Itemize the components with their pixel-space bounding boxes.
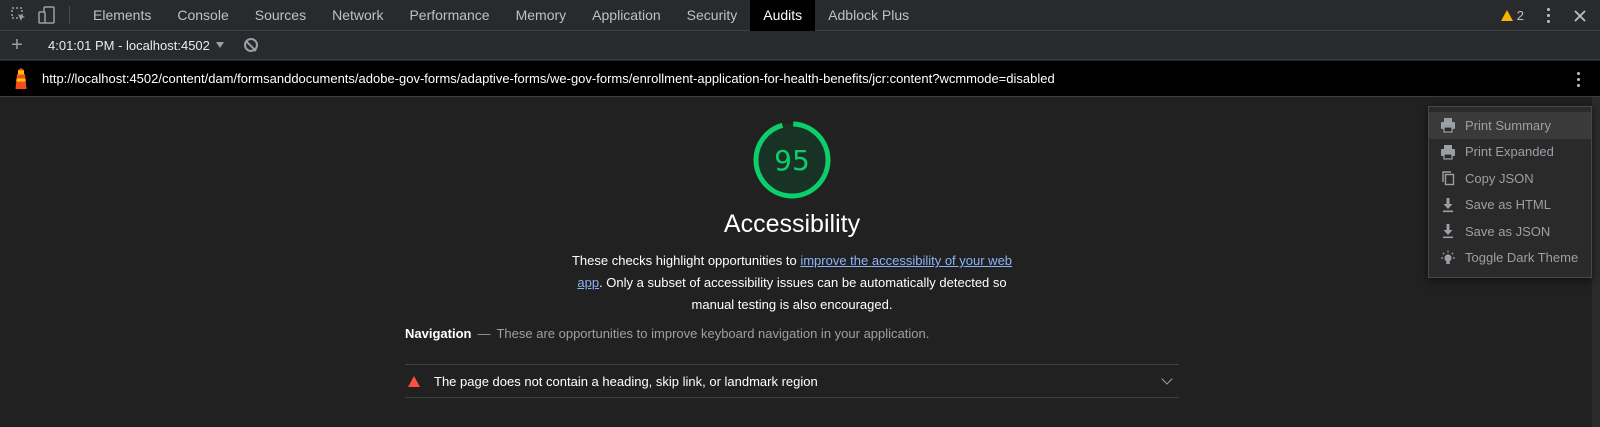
tab-application[interactable]: Application bbox=[579, 0, 674, 31]
report-selector[interactable]: 4:01:01 PM - localhost:4502 bbox=[48, 38, 224, 53]
category-title: Accessibility bbox=[723, 210, 861, 238]
tab-audits[interactable]: Audits bbox=[750, 0, 816, 31]
menu-item-label: Copy JSON bbox=[1465, 170, 1534, 186]
chevron-down-icon[interactable] bbox=[1161, 373, 1173, 385]
category-description-text: These checks highlight opportunities to bbox=[571, 253, 801, 268]
warnings-counter[interactable]: 2 bbox=[1500, 8, 1524, 23]
audit-group-description: These are opportunities to improve keybo… bbox=[496, 326, 930, 341]
clear-all-icon[interactable] bbox=[243, 38, 258, 52]
category-description-text-after: . Only a subset of accessibility issues … bbox=[599, 275, 1007, 312]
panel-tabs: Elements Console Sources Network Perform… bbox=[80, 0, 922, 31]
tab-bar-actions: 2 bbox=[1500, 0, 1600, 31]
audit-title: The page does not contain a heading, ski… bbox=[434, 373, 818, 389]
menu-item-label: Print Expanded bbox=[1465, 144, 1554, 160]
print-icon bbox=[1439, 116, 1457, 134]
report-selector-label: 4:01:01 PM - localhost:4502 bbox=[48, 37, 210, 53]
more-options-icon[interactable] bbox=[1538, 7, 1558, 25]
close-icon[interactable] bbox=[1570, 6, 1590, 26]
lighthouse-logo-icon bbox=[0, 67, 42, 90]
menu-item-label: Save as JSON bbox=[1465, 223, 1551, 239]
tab-memory[interactable]: Memory bbox=[503, 0, 580, 31]
category-score: 95 bbox=[774, 143, 810, 177]
tab-sources[interactable]: Sources bbox=[242, 0, 319, 31]
toolbar-divider bbox=[69, 6, 70, 24]
tab-security[interactable]: Security bbox=[674, 0, 751, 31]
caret-down-icon bbox=[215, 42, 224, 48]
inspect-element-icon[interactable] bbox=[9, 5, 29, 25]
report-tools-menu: Print Summary Print Expanded Copy JSON S… bbox=[1428, 106, 1592, 278]
tab-network[interactable]: Network bbox=[319, 0, 396, 31]
print-icon bbox=[1439, 143, 1457, 161]
download-icon bbox=[1439, 222, 1457, 240]
device-toolbar-icon[interactable] bbox=[37, 5, 57, 25]
tab-performance[interactable]: Performance bbox=[396, 0, 502, 31]
tab-elements[interactable]: Elements bbox=[80, 0, 164, 31]
warning-icon bbox=[1500, 10, 1513, 21]
new-audit-button[interactable]: + bbox=[0, 31, 34, 59]
menu-item-print-expanded[interactable]: Print Expanded bbox=[1429, 139, 1591, 166]
copy-icon bbox=[1439, 169, 1457, 187]
category-description: These checks highlight opportunities to … bbox=[568, 250, 1016, 316]
audit-group-title: Navigation bbox=[405, 326, 472, 341]
menu-item-print-summary[interactable]: Print Summary bbox=[1429, 112, 1591, 139]
report-url[interactable]: http://localhost:4502/content/dam/formsa… bbox=[42, 71, 1055, 86]
menu-item-label: Toggle Dark Theme bbox=[1465, 250, 1579, 266]
warning-count: 2 bbox=[1516, 8, 1524, 23]
report-menu-icon[interactable] bbox=[1577, 70, 1580, 88]
devtools-tab-bar: Elements Console Sources Network Perform… bbox=[0, 0, 1600, 31]
tab-adblock-plus[interactable]: Adblock Plus bbox=[815, 0, 922, 31]
fail-icon bbox=[408, 375, 420, 387]
scrollbar-track[interactable] bbox=[1592, 97, 1600, 427]
audit-group-separator: — bbox=[477, 326, 491, 341]
download-icon bbox=[1439, 196, 1457, 214]
menu-item-label: Print Summary bbox=[1465, 117, 1551, 133]
menu-item-toggle-dark-theme[interactable]: Toggle Dark Theme bbox=[1429, 245, 1591, 272]
audit-row[interactable]: The page does not contain a heading, ski… bbox=[405, 364, 1179, 398]
lightbulb-icon bbox=[1439, 249, 1457, 267]
menu-item-save-html[interactable]: Save as HTML bbox=[1429, 192, 1591, 219]
menu-item-save-json[interactable]: Save as JSON bbox=[1429, 218, 1591, 245]
menu-item-label: Save as HTML bbox=[1465, 197, 1551, 213]
audit-group-header: Navigation — These are opportunities to im… bbox=[405, 326, 1185, 341]
tab-console[interactable]: Console bbox=[164, 0, 241, 31]
audits-toolbar: + 4:01:01 PM - localhost:4502 bbox=[0, 31, 1600, 60]
report-content: 95 Accessibility These checks highlight … bbox=[0, 97, 1600, 427]
menu-item-copy-json[interactable]: Copy JSON bbox=[1429, 165, 1591, 192]
report-url-bar: http://localhost:4502/content/dam/formsa… bbox=[0, 61, 1600, 97]
